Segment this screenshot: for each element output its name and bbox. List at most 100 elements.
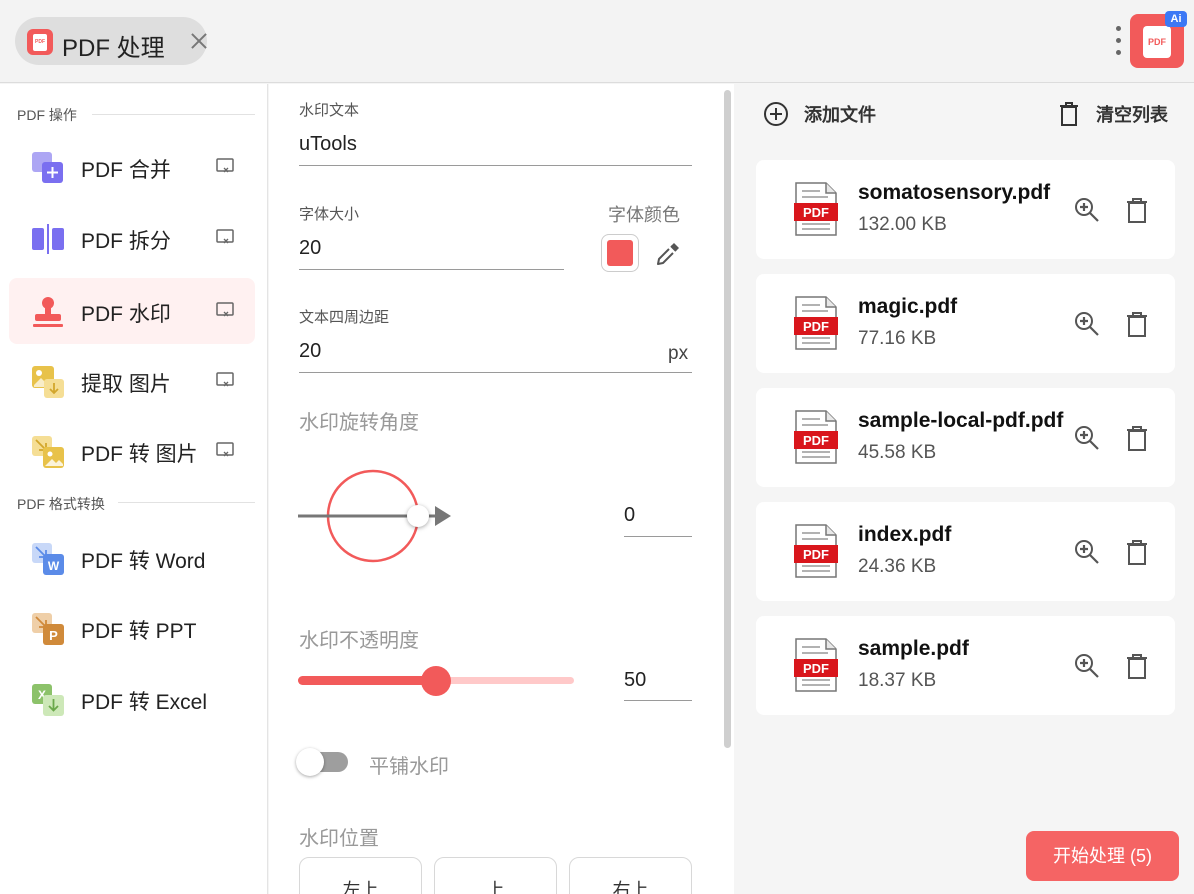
start-processing-button[interactable]: 开始处理 (5) bbox=[1026, 831, 1179, 881]
file-size: 45.58 KB bbox=[858, 442, 937, 463]
file-name: magic.pdf bbox=[858, 295, 958, 318]
pin-icon[interactable] bbox=[215, 441, 235, 459]
pdf-badge-text: PDF bbox=[803, 433, 829, 448]
tile-watermark-toggle[interactable] bbox=[296, 748, 352, 776]
trash-icon[interactable] bbox=[1125, 424, 1149, 452]
zoom-in-icon[interactable] bbox=[1073, 196, 1101, 224]
sidebar-item-to-word[interactable]: W PDF 转 Word bbox=[9, 525, 255, 591]
sidebar-item-watermark[interactable]: PDF 水印 bbox=[9, 278, 255, 344]
file-card[interactable]: PDF sample-local-pdf.pdf 45.58 KB bbox=[756, 388, 1175, 487]
sidebar-item-to-ppt[interactable]: P PDF 转 PPT bbox=[9, 595, 255, 661]
to-ppt-icon: P bbox=[32, 613, 64, 645]
more-menu-icon[interactable] bbox=[1110, 24, 1126, 58]
trash-icon bbox=[1060, 102, 1078, 126]
sidebar: PDF 操作 PDF 合并 PDF 拆分 PDF 水印 提取 图片 PDF 转 … bbox=[0, 84, 268, 894]
trash-icon[interactable] bbox=[1125, 310, 1149, 338]
sidebar-item-label: PDF 转 PPT bbox=[81, 620, 197, 643]
scrollbar[interactable] bbox=[724, 90, 731, 748]
input-underline bbox=[624, 700, 692, 701]
file-size: 24.36 KB bbox=[858, 556, 937, 577]
file-name: sample.pdf bbox=[858, 637, 969, 660]
add-file-button[interactable]: 添加文件 bbox=[763, 101, 876, 127]
file-name: index.pdf bbox=[858, 523, 952, 546]
app-logo[interactable]: PDF Ai bbox=[1130, 11, 1187, 68]
position-top-right-button[interactable]: 右上 bbox=[569, 857, 692, 894]
pdf-file-icon: PDF bbox=[794, 296, 838, 350]
rotation-input[interactable]: 0 bbox=[624, 504, 635, 527]
to-excel-icon: X bbox=[32, 684, 64, 716]
sidebar-item-to-excel[interactable]: X PDF 转 Excel bbox=[9, 666, 255, 732]
rotation-dial[interactable] bbox=[297, 466, 457, 566]
zoom-in-icon[interactable] bbox=[1073, 538, 1101, 566]
trash-icon[interactable] bbox=[1125, 538, 1149, 566]
eyedropper-icon[interactable] bbox=[654, 240, 682, 268]
to-word-icon: W bbox=[32, 543, 64, 575]
position-label: 水印位置 bbox=[299, 828, 379, 850]
opacity-label: 水印不透明度 bbox=[299, 630, 419, 652]
font-color-swatch[interactable] bbox=[601, 234, 639, 272]
sidebar-item-label: PDF 拆分 bbox=[81, 230, 171, 253]
pdf-badge-text: PDF bbox=[803, 319, 829, 334]
sidebar-item-extract-images[interactable]: 提取 图片 bbox=[9, 348, 255, 414]
slider-thumb[interactable] bbox=[421, 666, 451, 696]
pin-icon[interactable] bbox=[215, 371, 235, 389]
font-size-label: 字体大小 bbox=[299, 206, 360, 223]
position-top-button[interactable]: 上 bbox=[434, 857, 557, 894]
divider bbox=[118, 502, 255, 503]
pin-icon[interactable] bbox=[215, 228, 235, 246]
divider bbox=[92, 114, 255, 115]
add-file-label: 添加文件 bbox=[804, 105, 876, 125]
zoom-in-icon[interactable] bbox=[1073, 424, 1101, 452]
sidebar-section-title: PDF 格式转换 bbox=[17, 496, 105, 512]
clear-list-button[interactable]: 清空列表 bbox=[1059, 101, 1168, 127]
file-size: 132.00 KB bbox=[858, 214, 947, 235]
input-underline bbox=[299, 269, 564, 270]
split-icon bbox=[32, 224, 64, 254]
zoom-in-icon[interactable] bbox=[1073, 310, 1101, 338]
file-name: sample-local-pdf.pdf bbox=[858, 409, 1064, 432]
sidebar-item-to-image[interactable]: PDF 转 图片 bbox=[9, 418, 255, 484]
sidebar-item-label: 提取 图片 bbox=[81, 373, 171, 396]
sidebar-item-split[interactable]: PDF 拆分 bbox=[9, 205, 255, 271]
svg-text:P: P bbox=[49, 628, 58, 643]
file-card[interactable]: PDF magic.pdf 77.16 KB bbox=[756, 274, 1175, 373]
stamp-icon bbox=[33, 297, 63, 327]
sidebar-section-title: PDF 操作 bbox=[17, 107, 77, 123]
padding-unit: px bbox=[668, 343, 689, 364]
pin-icon[interactable] bbox=[215, 157, 235, 175]
watermark-text-input[interactable]: uTools bbox=[299, 133, 357, 156]
sidebar-item-label: PDF 水印 bbox=[81, 303, 171, 326]
extract-image-icon bbox=[32, 366, 64, 398]
merge-icon bbox=[32, 152, 63, 183]
toggle-knob bbox=[296, 748, 324, 776]
watermark-text-label: 水印文本 bbox=[299, 102, 360, 119]
sidebar-item-label: PDF 转 图片 bbox=[81, 443, 198, 466]
font-size-input[interactable]: 20 bbox=[299, 237, 321, 260]
file-card[interactable]: PDF index.pdf 24.36 KB bbox=[756, 502, 1175, 601]
trash-icon[interactable] bbox=[1125, 652, 1149, 680]
sidebar-item-label: PDF 合并 bbox=[81, 159, 171, 182]
pdf-icon: PDF bbox=[27, 29, 53, 55]
zoom-in-icon[interactable] bbox=[1073, 652, 1101, 680]
pin-icon[interactable] bbox=[215, 301, 235, 319]
top-bar: PDF PDF 处理 PDF Ai bbox=[0, 0, 1194, 83]
sidebar-item-label: PDF 转 Excel bbox=[81, 691, 208, 714]
rotation-label: 水印旋转角度 bbox=[299, 412, 419, 434]
position-top-left-button[interactable]: 左上 bbox=[299, 857, 422, 894]
close-icon[interactable] bbox=[185, 27, 213, 55]
file-card[interactable]: PDF sample.pdf 18.37 KB bbox=[756, 616, 1175, 715]
sidebar-item-merge[interactable]: PDF 合并 bbox=[9, 134, 255, 200]
padding-input[interactable]: 20 bbox=[299, 340, 321, 363]
tab-pdf-processing[interactable]: PDF PDF 处理 bbox=[15, 17, 207, 65]
file-card[interactable]: PDF somatosensory.pdf 132.00 KB bbox=[756, 160, 1175, 259]
opacity-slider[interactable] bbox=[298, 662, 576, 698]
tab-title: PDF 处理 bbox=[62, 35, 165, 62]
clear-list-label: 清空列表 bbox=[1096, 105, 1168, 125]
trash-icon[interactable] bbox=[1125, 196, 1149, 224]
file-name: somatosensory.pdf bbox=[858, 181, 1051, 204]
pdf-badge-text: PDF bbox=[803, 205, 829, 220]
pdf-badge-text: PDF bbox=[803, 661, 829, 676]
input-underline bbox=[624, 536, 692, 537]
opacity-input[interactable]: 50 bbox=[624, 669, 646, 692]
file-size: 77.16 KB bbox=[858, 328, 937, 349]
